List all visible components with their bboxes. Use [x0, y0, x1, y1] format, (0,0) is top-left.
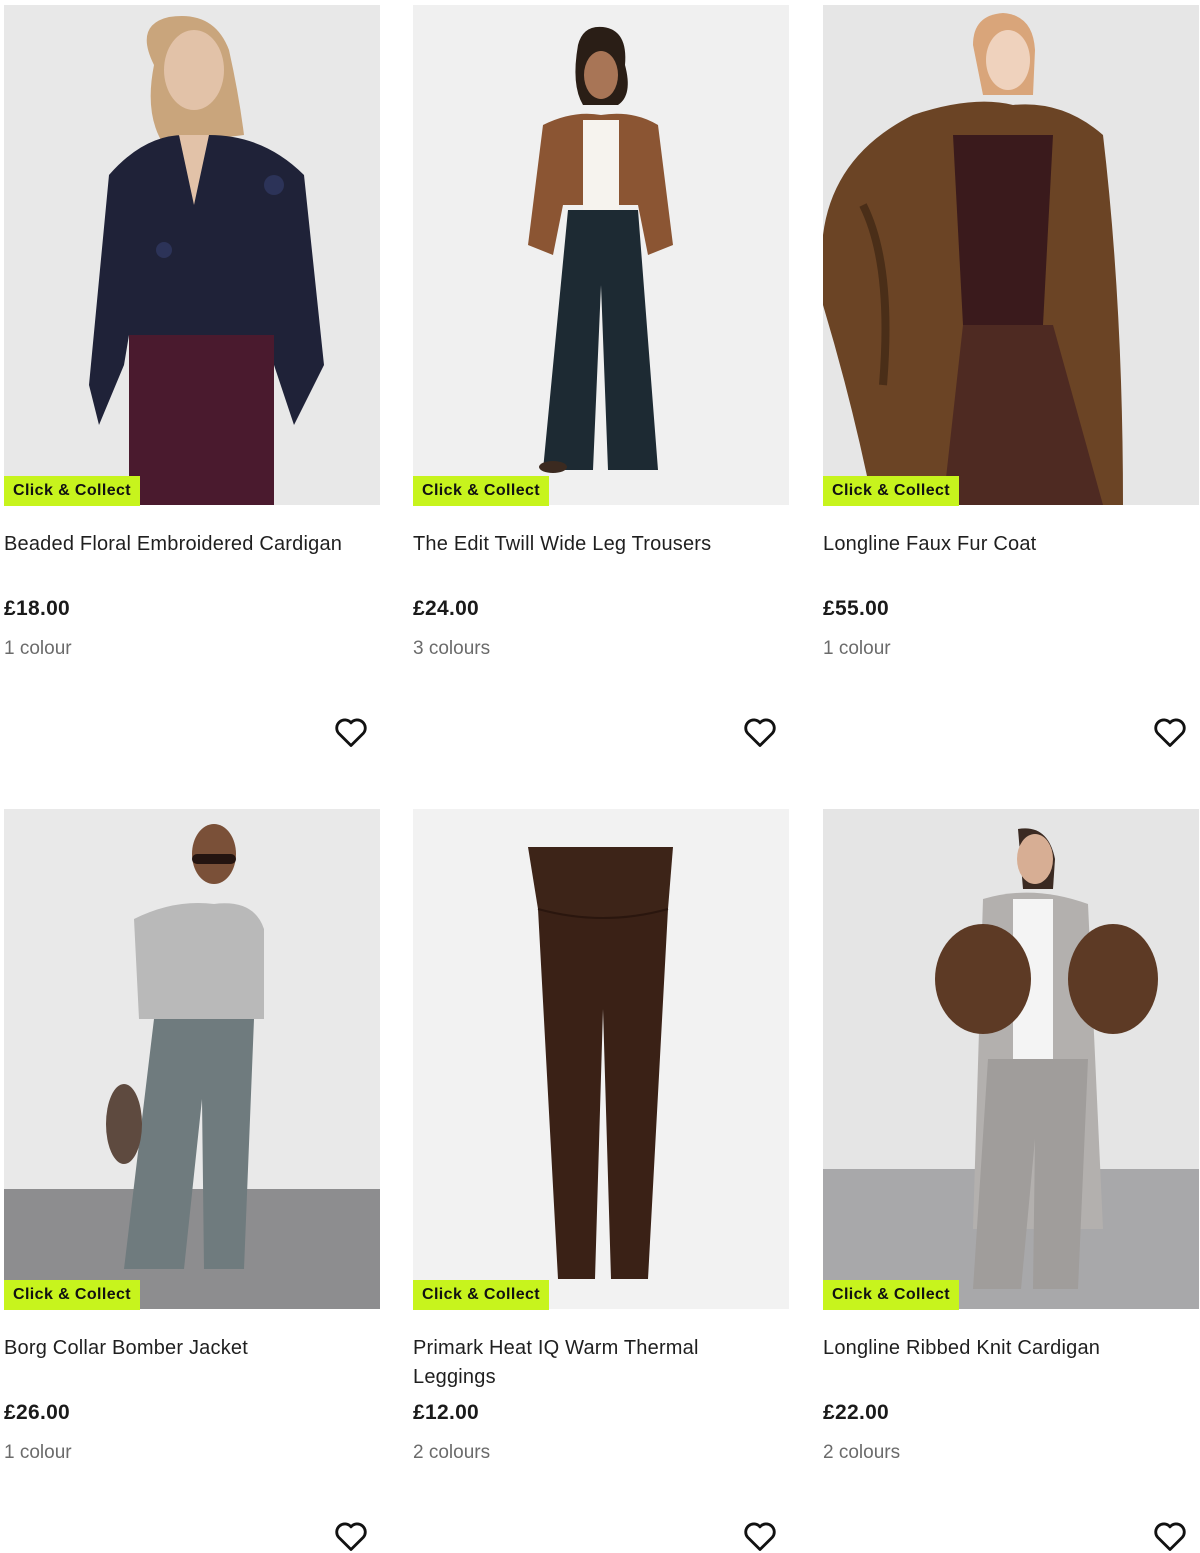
product-title[interactable]: Longline Faux Fur Coat — [823, 530, 1183, 559]
product-title[interactable]: Borg Collar Bomber Jacket — [4, 1334, 364, 1363]
product-card[interactable]: Click & Collect Primark Heat IQ Warm The… — [413, 809, 789, 1553]
wishlist-button[interactable] — [332, 1517, 370, 1553]
product-colour-count: 3 colours — [413, 638, 491, 659]
product-title[interactable]: Beaded Floral Embroidered Cardigan — [4, 530, 364, 559]
product-title[interactable]: The Edit Twill Wide Leg Trousers — [413, 530, 773, 559]
product-grid: Click & Collect Beaded Floral Embroidere… — [0, 0, 1200, 1553]
product-image[interactable] — [4, 5, 380, 505]
heart-outline-icon — [744, 718, 776, 747]
click-collect-badge: Click & Collect — [823, 1280, 960, 1310]
product-image[interactable] — [413, 809, 789, 1309]
product-image[interactable] — [823, 5, 1199, 505]
bomber-jacket-photo — [4, 809, 380, 1309]
product-card[interactable]: Click & Collect Longline Ribbed Knit Car… — [823, 809, 1199, 1553]
product-image[interactable] — [4, 809, 380, 1309]
product-card[interactable]: Click & Collect Longline Faux Fur Coat £… — [823, 5, 1199, 795]
product-price: £12.00 — [413, 1401, 480, 1424]
click-collect-badge: Click & Collect — [823, 476, 960, 506]
click-collect-badge: Click & Collect — [413, 476, 550, 506]
product-title[interactable]: Primark Heat IQ Warm Thermal Leggings — [413, 1334, 773, 1392]
product-price: £55.00 — [823, 597, 890, 620]
product-price: £26.00 — [4, 1401, 71, 1424]
heart-outline-icon — [1154, 1522, 1186, 1551]
heart-outline-icon — [335, 1522, 367, 1551]
product-title[interactable]: Longline Ribbed Knit Cardigan — [823, 1334, 1183, 1363]
wishlist-button[interactable] — [1151, 713, 1189, 751]
product-price: £18.00 — [4, 597, 71, 620]
click-collect-badge: Click & Collect — [413, 1280, 550, 1310]
click-collect-badge: Click & Collect — [4, 1280, 141, 1310]
heart-outline-icon — [1154, 718, 1186, 747]
product-colour-count: 1 colour — [4, 1442, 72, 1463]
product-image[interactable] — [413, 5, 789, 505]
wishlist-button[interactable] — [332, 713, 370, 751]
trousers-photo — [413, 5, 789, 505]
wishlist-button[interactable] — [1151, 1517, 1189, 1553]
fur-coat-photo — [823, 5, 1199, 505]
product-colour-count: 2 colours — [823, 1442, 901, 1463]
leggings-photo — [413, 809, 789, 1309]
product-colour-count: 1 colour — [4, 638, 72, 659]
product-colour-count: 1 colour — [823, 638, 891, 659]
click-collect-badge: Click & Collect — [4, 476, 141, 506]
product-image[interactable] — [823, 809, 1199, 1309]
product-colour-count: 2 colours — [413, 1442, 491, 1463]
wishlist-button[interactable] — [741, 1517, 779, 1553]
wishlist-button[interactable] — [741, 713, 779, 751]
product-card[interactable]: Click & Collect Beaded Floral Embroidere… — [4, 5, 380, 795]
knit-cardigan-photo — [823, 809, 1199, 1309]
product-card[interactable]: Click & Collect The Edit Twill Wide Leg … — [413, 5, 789, 795]
cardigan-photo — [4, 5, 380, 505]
product-price: £24.00 — [413, 597, 480, 620]
product-price: £22.00 — [823, 1401, 890, 1424]
heart-outline-icon — [335, 718, 367, 747]
heart-outline-icon — [744, 1522, 776, 1551]
product-card[interactable]: Click & Collect Borg Collar Bomber Jacke… — [4, 809, 380, 1553]
